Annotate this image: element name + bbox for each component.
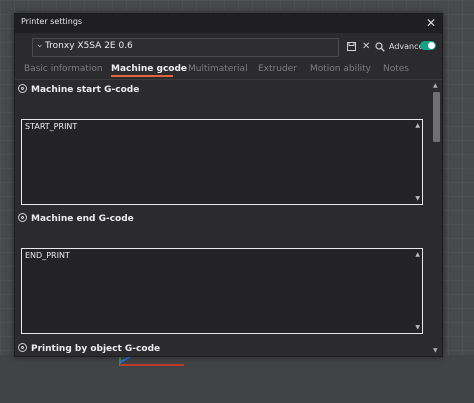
section-title: Machine start G-code (31, 85, 140, 95)
dialog-titlebar[interactable]: Printer settings ✕ (15, 14, 442, 33)
gear-icon (18, 84, 27, 93)
editor-scroll-down-icon[interactable]: ▼ (415, 324, 420, 331)
scroll-down-icon[interactable]: ▼ (433, 347, 438, 354)
preset-selected-value: Tronxy X5SA 2E 0.6 (45, 41, 133, 51)
dialog-title: Printer settings (21, 17, 83, 26)
tab-notes[interactable]: Notes (383, 64, 409, 74)
settings-tabs: Basic information Machine gcode Multimat… (15, 61, 442, 79)
editor-scroll-up-icon[interactable]: ▲ (415, 251, 420, 258)
close-icon[interactable]: ✕ (426, 15, 436, 31)
tab-machine-gcode[interactable]: Machine gcode (111, 64, 187, 74)
scrollbar-thumb[interactable] (433, 92, 440, 142)
gear-icon (18, 213, 27, 222)
tab-multimaterial[interactable]: Multimaterial (188, 64, 248, 74)
x-axis-indicator (120, 364, 184, 366)
editor-scroll-up-icon[interactable]: ▲ (415, 122, 420, 129)
advance-label: Advance (389, 42, 424, 51)
chevron-down-icon: ⌄ (36, 40, 44, 50)
save-icon[interactable] (347, 42, 356, 54)
tab-basic-information[interactable]: Basic information (24, 64, 103, 74)
section-header-object-gcode: Printing by object G-code (18, 343, 160, 354)
start-gcode-editor[interactable]: START_PRINT ▲ ▼ (21, 119, 423, 205)
tab-motion-ability[interactable]: Motion ability (310, 64, 371, 74)
preset-dropdown[interactable]: ⌄ Tronxy X5SA 2E 0.6 (32, 38, 339, 57)
end-gcode-text: END_PRINT (25, 251, 70, 260)
section-header-end-gcode: Machine end G-code (18, 213, 134, 224)
end-gcode-editor[interactable]: END_PRINT ▲ ▼ (21, 248, 423, 334)
viewport-floor (0, 355, 474, 403)
toggle-knob (428, 42, 435, 49)
printer-settings-dialog: Printer settings ✕ ⌄ Tronxy X5SA 2E 0.6 … (14, 13, 443, 357)
editor-scroll-down-icon[interactable]: ▼ (415, 195, 420, 202)
delete-icon[interactable]: ✕ (362, 42, 370, 52)
advance-toggle[interactable] (420, 41, 436, 50)
section-title: Machine end G-code (31, 214, 134, 224)
scroll-up-icon[interactable]: ▲ (433, 82, 438, 89)
active-tab-indicator (111, 75, 173, 77)
start-gcode-text: START_PRINT (25, 122, 78, 131)
gcode-content-area: Machine start G-code START_PRINT ▲ ▼ Mac… (15, 80, 431, 356)
tab-extruder[interactable]: Extruder (258, 64, 297, 74)
section-header-start-gcode: Machine start G-code (18, 84, 139, 95)
gear-icon (18, 343, 27, 352)
section-title: Printing by object G-code (31, 344, 161, 354)
search-icon[interactable] (375, 42, 385, 55)
content-scrollbar[interactable]: ▲ ▼ (431, 80, 442, 356)
